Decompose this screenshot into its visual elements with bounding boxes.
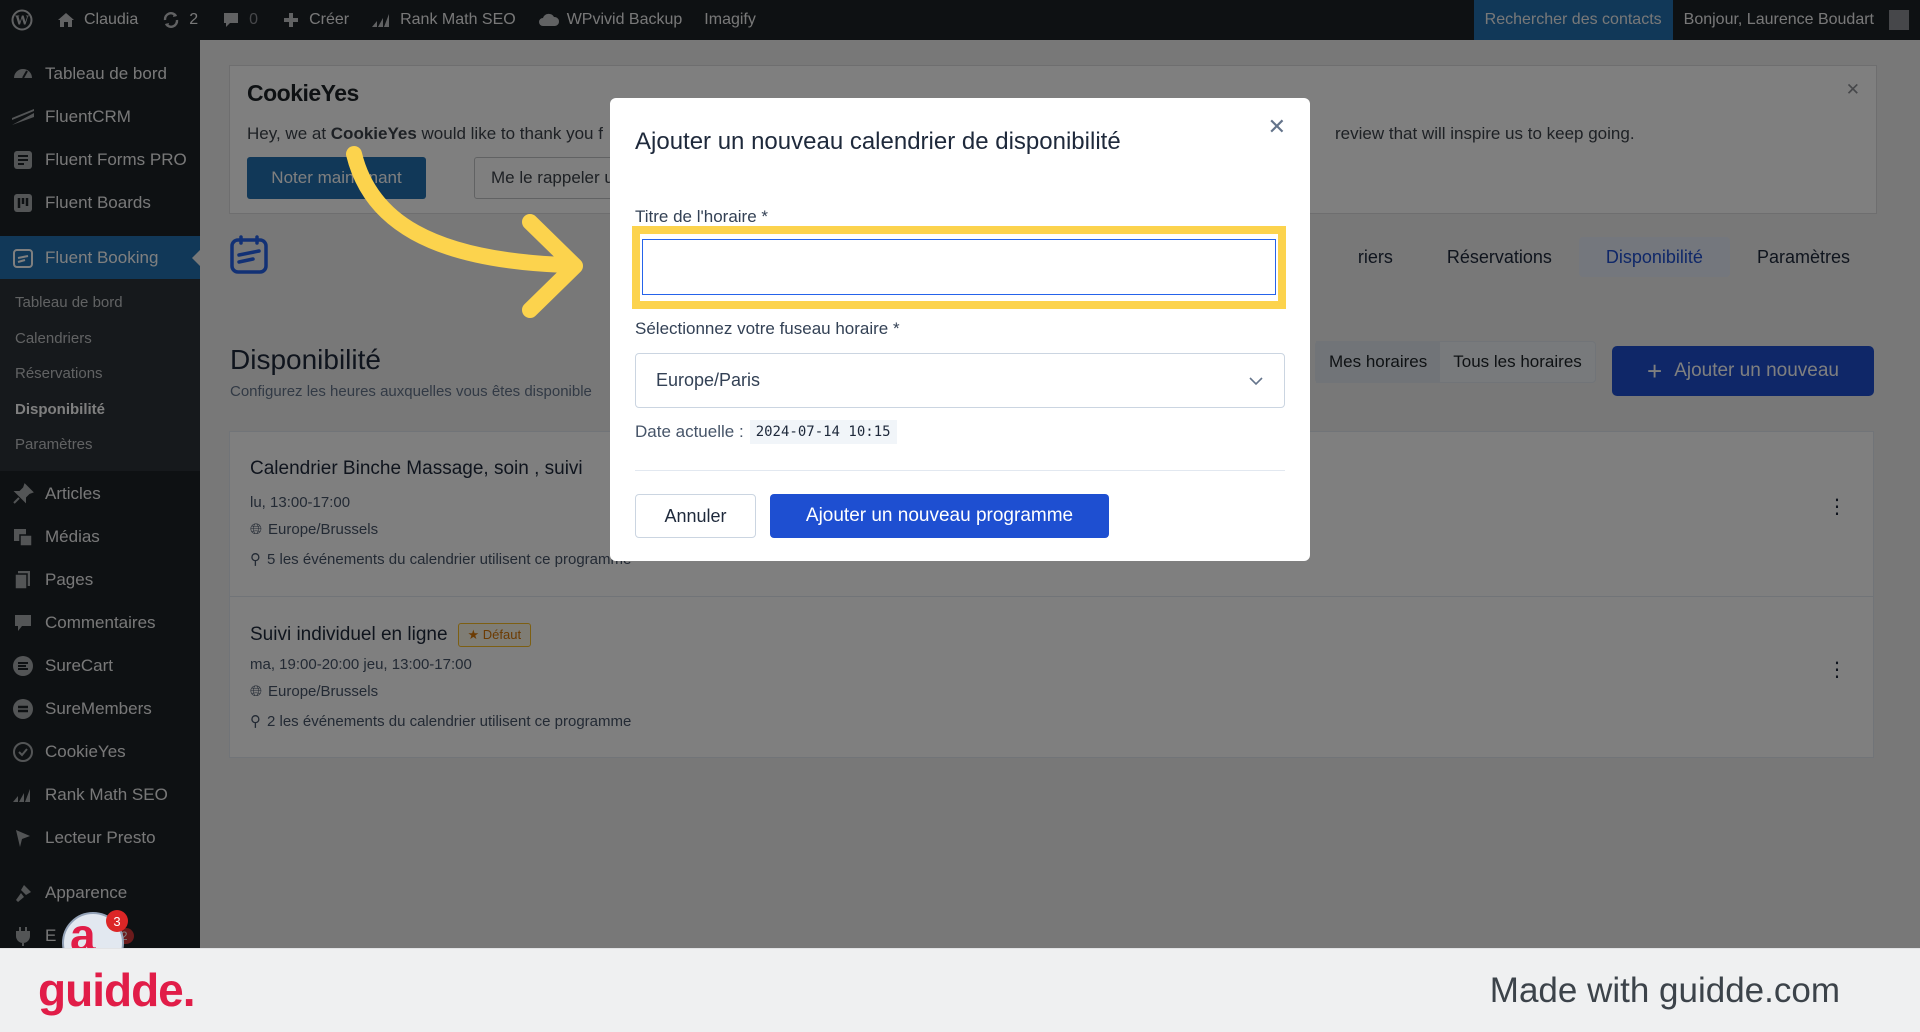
timezone-value: Europe/Paris <box>656 370 761 390</box>
schedule-title-highlight <box>632 226 1286 309</box>
current-date-label: Date actuelle : <box>635 422 744 441</box>
close-icon[interactable]: ✕ <box>1268 114 1286 140</box>
arrow-icon <box>346 146 583 318</box>
add-schedule-button[interactable]: Ajouter un nouveau programme <box>770 494 1109 538</box>
schedule-title-input[interactable] <box>642 239 1276 295</box>
timezone-label: Sélectionnez votre fuseau horaire * <box>635 319 900 338</box>
modal-title: Ajouter un nouveau calendrier de disponi… <box>635 128 1121 155</box>
guidde-logo: guidde. <box>38 964 196 1016</box>
modal-divider <box>635 470 1285 471</box>
add-schedule-modal: Ajouter un nouveau calendrier de disponi… <box>610 98 1310 561</box>
made-with-text: Made with guidde.com <box>1489 971 1840 1010</box>
guidde-footer: guidde. Made with guidde.com <box>0 948 1920 1032</box>
current-date-value: 2024-07-14 10:15 <box>749 420 897 444</box>
current-date: Date actuelle : 2024-07-14 10:15 <box>635 420 897 444</box>
cancel-button[interactable]: Annuler <box>635 494 756 538</box>
timezone-select[interactable]: Europe/Paris <box>635 353 1285 408</box>
schedule-title-label: Titre de l'horaire * <box>635 207 769 226</box>
assistant-badge: 3 <box>106 910 128 932</box>
chevron-down-icon <box>1248 370 1264 391</box>
